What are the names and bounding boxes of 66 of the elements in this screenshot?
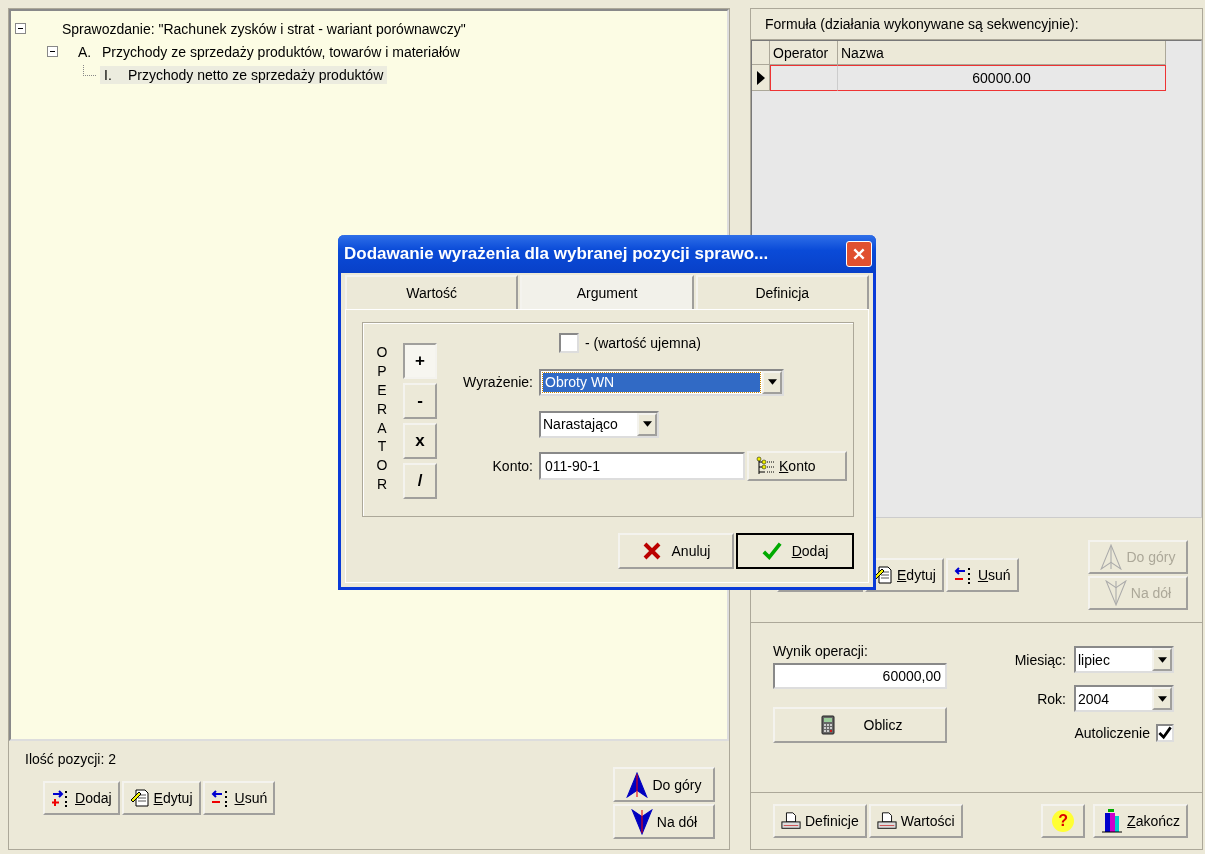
close-button[interactable] — [846, 241, 872, 267]
tab[interactable]: Definicja — [695, 275, 869, 309]
expression-label: Wyrażenie: — [462, 374, 533, 390]
mode-dropdown[interactable]: Narastająco — [539, 410, 659, 438]
tab[interactable]: Wartość — [345, 275, 519, 309]
close-button[interactable]: Zakończ — [1093, 804, 1188, 838]
tree-list-icon — [755, 456, 775, 476]
up-arrow-icon — [1100, 544, 1123, 570]
edit-document-icon — [129, 788, 150, 808]
tab[interactable]: Argument — [520, 275, 694, 309]
collapse-icon[interactable] — [47, 46, 58, 57]
month-dropdown[interactable]: lipiec — [1074, 646, 1174, 673]
table-cell: 60000.00 — [838, 65, 1166, 91]
operator-button[interactable]: + — [403, 343, 437, 379]
account-field[interactable]: 011-90-1 — [539, 452, 745, 480]
account-button[interactable]: Konto — [747, 451, 847, 481]
print-button[interactable]: Definicje — [773, 804, 867, 838]
cross-icon — [641, 541, 662, 561]
result-label: Wynik operacji: — [773, 643, 869, 659]
row-pointer-icon — [756, 70, 765, 85]
tree-item[interactable]: Sprawozdanie: "Rachunek zysków i strat - wariant porównawczy" — [58, 19, 470, 38]
column-header[interactable]: Operator — [770, 41, 838, 65]
checkmark-icon — [761, 541, 782, 561]
month-label: Miesiąc: — [1014, 651, 1066, 668]
help-button[interactable]: ? — [1041, 804, 1086, 838]
dialog-title: Dodawanie wyrażenia dla wybranej pozycji sprawo... — [344, 244, 769, 264]
toolbar-button[interactable]: Usuń — [202, 781, 276, 815]
operator-button[interactable]: / — [403, 463, 437, 499]
table-row[interactable]: 60000.00 — [752, 65, 1166, 91]
tree-item[interactable]: I. Przychody netto ze sprzedaży produktów — [100, 65, 388, 84]
printer-icon — [781, 811, 801, 831]
add-button[interactable]: Dodaj — [736, 533, 854, 569]
caret-icon — [642, 421, 652, 427]
move-button[interactable]: Do góry — [613, 767, 715, 802]
up-arrow-icon — [626, 771, 649, 798]
caret-icon — [767, 379, 777, 385]
operator-button[interactable]: - — [403, 383, 437, 419]
expression-dropdown[interactable]: Obroty WN — [539, 368, 784, 396]
toolbar-button[interactable]: Edytuj — [121, 781, 201, 815]
collapse-icon[interactable] — [15, 23, 26, 34]
autocalc-checkbox[interactable] — [1156, 724, 1174, 742]
down-arrow-icon — [1104, 580, 1127, 606]
autocalc-label: Autoliczenie — [1074, 725, 1150, 741]
column-header[interactable]: Nazwa — [838, 41, 1166, 65]
close-icon — [852, 247, 866, 261]
year-dropdown[interactable]: 2004 — [1074, 685, 1174, 712]
result-field[interactable]: 60000,00 — [773, 663, 947, 689]
negative-checkbox[interactable] — [559, 333, 579, 353]
operator-label: OPERATOR — [375, 343, 389, 495]
item-count: Ilość pozycji: 2 — [24, 751, 118, 767]
calculate-button[interactable]: Oblicz — [773, 707, 947, 743]
toolbar-button[interactable]: Usuń — [945, 558, 1019, 592]
tree-item[interactable]: A. Przychody ze sprzedaży produktów, towarów i materiałów — [74, 42, 464, 61]
operator-button[interactable]: x — [403, 423, 437, 459]
down-arrow-icon — [630, 808, 653, 835]
caret-icon — [1157, 695, 1167, 702]
toolbar-button[interactable]: Dodaj — [43, 781, 120, 815]
year-label: Rok: — [1036, 690, 1066, 707]
move-button[interactable]: Na dół — [613, 804, 715, 839]
door-exit-icon — [1101, 808, 1124, 834]
print-button[interactable]: Wartości — [868, 804, 963, 838]
cancel-button[interactable]: Anuluj — [618, 533, 734, 569]
caret-icon — [1157, 656, 1167, 663]
checkbox-label: - (wartość ujemna) — [585, 335, 701, 351]
printer-icon — [876, 811, 897, 831]
account-label: Konto: — [491, 458, 533, 474]
